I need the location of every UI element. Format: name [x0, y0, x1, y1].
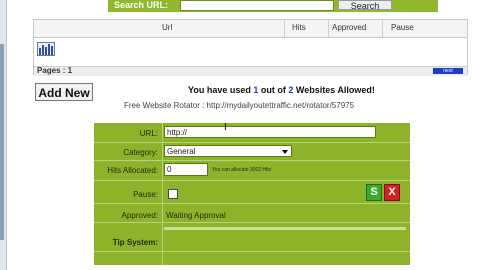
approved-status: Waiting Approval [166, 211, 226, 220]
column-divider [382, 20, 383, 37]
pause-label: Pause: [133, 190, 158, 199]
column-divider [328, 20, 329, 37]
table-header: Url Hits Approved Pause [34, 20, 467, 38]
usage-prefix: You have used [188, 85, 254, 95]
column-pause[interactable]: Pause [391, 23, 414, 32]
websites-table: Url Hits Approved Pause Pages : 1 next [33, 19, 468, 76]
search-label: Search URL: [114, 0, 169, 10]
category-select[interactable]: General [164, 145, 292, 157]
column-hits[interactable]: Hits [292, 23, 306, 32]
row-divider [94, 251, 410, 252]
add-website-form: URL: http:// Category: General Hits Allo… [94, 123, 410, 265]
add-new-button[interactable]: Add New [35, 83, 93, 101]
bar-chart-icon[interactable] [37, 42, 55, 56]
category-selected-value: General [167, 147, 196, 156]
hits-allocation-note: You can allocate 3002 Hits [212, 167, 272, 173]
usage-middle: out of [258, 85, 289, 95]
next-page-button[interactable]: next [433, 68, 463, 74]
column-divider [284, 20, 285, 37]
mouse-cursor-icon: I [224, 122, 227, 133]
row-divider [94, 203, 410, 204]
row-divider [94, 160, 410, 161]
search-input[interactable] [180, 0, 334, 11]
hits-allocated-input[interactable]: 0 [164, 163, 208, 176]
pause-checkbox[interactable] [168, 189, 178, 199]
pages-count: Pages : 1 [37, 66, 73, 75]
save-icon[interactable]: S [366, 184, 382, 201]
row-divider [94, 180, 410, 181]
category-label: Category: [123, 148, 158, 157]
hits-allocated-label: Hits Allocated: [107, 166, 158, 175]
usage-message: You have used 1 out of 2 Websites Allowe… [188, 85, 375, 95]
rotator-link-text: Free Website Rotator : http://mydailyout… [124, 101, 355, 110]
usage-suffix: Websites Allowed! [293, 85, 375, 95]
table-footer: Pages : 1 next [34, 66, 467, 76]
tip-system-label: Tip System: [112, 238, 158, 247]
column-approved[interactable]: Approved [332, 23, 366, 32]
form-separator-bar [164, 227, 406, 230]
url-input[interactable]: http:// [164, 126, 376, 138]
url-label: URL: [139, 129, 158, 138]
row-divider [94, 222, 410, 223]
window-scroll-track[interactable] [0, 44, 4, 240]
chevron-down-icon [282, 150, 288, 154]
table-row [34, 38, 467, 61]
search-button[interactable]: Search [338, 0, 392, 11]
column-url[interactable]: Url [162, 23, 172, 32]
approved-label: Approved: [121, 211, 158, 220]
row-divider [94, 142, 410, 143]
cancel-icon[interactable]: X [384, 184, 400, 201]
form-column-divider [162, 123, 163, 265]
